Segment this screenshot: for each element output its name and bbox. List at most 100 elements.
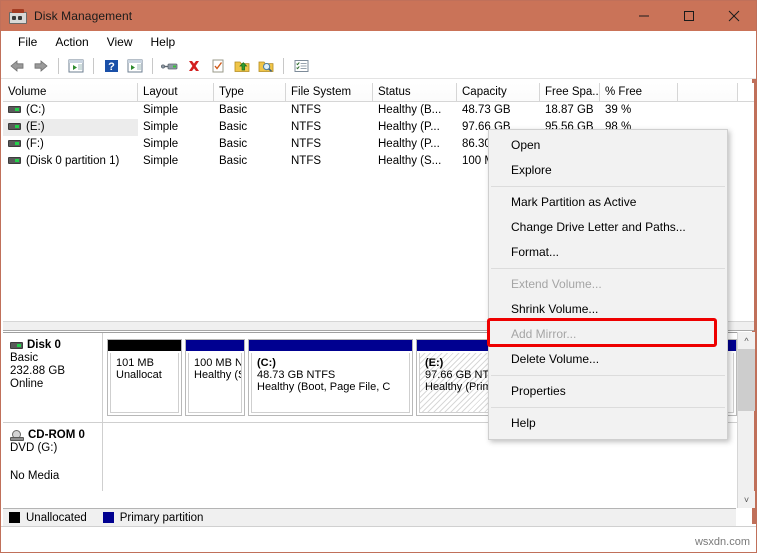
partition-bar (186, 340, 244, 351)
bottom-strip: wsxdn.com (1, 526, 756, 552)
menu-view[interactable]: View (98, 33, 142, 51)
partition-system-reserved[interactable]: 100 MB N Healthy (S (185, 339, 245, 416)
volume-list-header: Volume Layout Type File System Status Ca… (3, 83, 754, 102)
ctx-add-mirror: Add Mirror... (489, 322, 727, 347)
partition-size: 101 MB (116, 357, 174, 369)
cell-volume: (F:) (26, 138, 44, 150)
folder-search-icon[interactable] (255, 55, 277, 77)
partition-c[interactable]: (C:) 48.73 GB NTFS Healthy (Boot, Page F… (248, 339, 413, 416)
legend-primary-partition: Primary partition (120, 512, 204, 524)
disk-type: Basic (10, 352, 102, 364)
cdrom-status: No Media (10, 470, 102, 482)
ctx-explore[interactable]: Explore (489, 158, 727, 183)
ctx-mark-partition-as-active[interactable]: Mark Partition as Active (489, 190, 727, 215)
cell-volume: (C:) (26, 104, 45, 116)
refresh-icon[interactable] (159, 55, 181, 77)
volume-icon (8, 106, 21, 113)
partition-unallocated[interactable]: 101 MB Unallocat (107, 339, 182, 416)
disk-management-icon (9, 9, 27, 24)
legend: Unallocated Primary partition (3, 508, 736, 526)
disk-state: Online (10, 378, 102, 390)
menu-file[interactable]: File (9, 33, 46, 51)
table-row[interactable]: (C:) Simple Basic NTFS Healthy (B... 48.… (3, 102, 754, 119)
cell-type: Basic (214, 102, 286, 119)
delete-icon[interactable] (183, 55, 205, 77)
scroll-down-icon[interactable]: ˅ (738, 491, 755, 508)
help-icon[interactable]: ? (100, 55, 122, 77)
legend-swatch-unallocated (9, 512, 20, 523)
cell-volume: (E:) (26, 121, 45, 133)
volume-icon (8, 157, 21, 164)
disk-management-window: Disk Management File Action View Help (0, 0, 757, 553)
cell-file-system: NTFS (286, 119, 373, 136)
scroll-up-icon[interactable]: ^ (738, 332, 755, 349)
scrollbar-thumb[interactable] (738, 349, 755, 411)
ctx-shrink-volume[interactable]: Shrink Volume... (489, 297, 727, 322)
ctx-change-drive-letter-and-paths[interactable]: Change Drive Letter and Paths... (489, 215, 727, 240)
partition-bar (108, 340, 181, 351)
ctx-open[interactable]: Open (489, 133, 727, 158)
column-header-capacity[interactable]: Capacity (457, 83, 540, 101)
ctx-help[interactable]: Help (489, 411, 727, 436)
cell-capacity: 48.73 GB (457, 102, 540, 119)
ctx-format[interactable]: Format... (489, 240, 727, 265)
partition-size: 100 MB N (194, 357, 237, 369)
cell-percent-free: 39 % (600, 102, 678, 119)
cell-type: Basic (214, 119, 286, 136)
folder-up-icon[interactable] (231, 55, 253, 77)
ctx-extend-volume: Extend Volume... (489, 272, 727, 297)
cell-layout: Simple (138, 153, 214, 170)
close-button[interactable] (711, 1, 756, 31)
disk-name: Disk 0 (27, 339, 61, 351)
partition-title: (C:) (257, 357, 405, 369)
cell-status: Healthy (B... (373, 102, 457, 119)
show-hide-console-tree-icon[interactable] (124, 55, 146, 77)
context-menu-separator (491, 186, 725, 187)
toolbar-separator-4 (283, 58, 284, 74)
cell-file-system: NTFS (286, 153, 373, 170)
menu-action[interactable]: Action (46, 33, 97, 51)
window-title: Disk Management (34, 9, 132, 23)
disk-icon (10, 342, 23, 349)
cell-layout: Simple (138, 102, 214, 119)
cell-free-space: 18.87 GB (540, 102, 600, 119)
column-header-layout[interactable]: Layout (138, 83, 214, 101)
cell-layout: Simple (138, 136, 214, 153)
maximize-button[interactable] (666, 1, 711, 31)
properties-icon[interactable] (207, 55, 229, 77)
ctx-properties[interactable]: Properties (489, 379, 727, 404)
back-icon[interactable] (6, 55, 28, 77)
menu-help[interactable]: Help (142, 33, 185, 51)
graphic-vertical-scrollbar[interactable]: ^ ˅ (737, 332, 754, 508)
svg-text:?: ? (108, 61, 115, 73)
column-header-volume[interactable]: Volume (3, 83, 138, 101)
context-menu-separator (491, 375, 725, 376)
disk-info-disk0[interactable]: Disk 0 Basic 232.88 GB Online (3, 333, 103, 422)
context-menu[interactable]: Open Explore Mark Partition as Active Ch… (488, 129, 728, 440)
partition-status: Unallocat (116, 369, 174, 381)
column-header-blank[interactable] (678, 83, 738, 101)
column-header-type[interactable]: Type (214, 83, 286, 101)
forward-icon[interactable] (30, 55, 52, 77)
cdrom-blank (10, 455, 102, 469)
list-view-icon[interactable] (290, 55, 312, 77)
legend-unallocated: Unallocated (26, 512, 87, 524)
minimize-button[interactable] (621, 1, 666, 31)
column-header-percent-free[interactable]: % Free (600, 83, 678, 101)
column-header-free-space[interactable]: Free Spa... (540, 83, 600, 101)
context-menu-separator (491, 407, 725, 408)
column-header-status[interactable]: Status (373, 83, 457, 101)
cell-type: Basic (214, 153, 286, 170)
cell-status: Healthy (P... (373, 119, 457, 136)
ctx-delete-volume[interactable]: Delete Volume... (489, 347, 727, 372)
toolbar-separator-3 (152, 58, 153, 74)
partition-status: Healthy (S (194, 369, 237, 381)
cell-layout: Simple (138, 119, 214, 136)
cell-volume: (Disk 0 partition 1) (26, 155, 119, 167)
up-one-level-icon[interactable] (65, 55, 87, 77)
disk-size: 232.88 GB (10, 365, 102, 377)
column-header-file-system[interactable]: File System (286, 83, 373, 101)
cell-type: Basic (214, 136, 286, 153)
disk-info-cdrom0[interactable]: CD-ROM 0 DVD (G:) No Media (3, 423, 103, 491)
watermark: wsxdn.com (695, 536, 750, 548)
